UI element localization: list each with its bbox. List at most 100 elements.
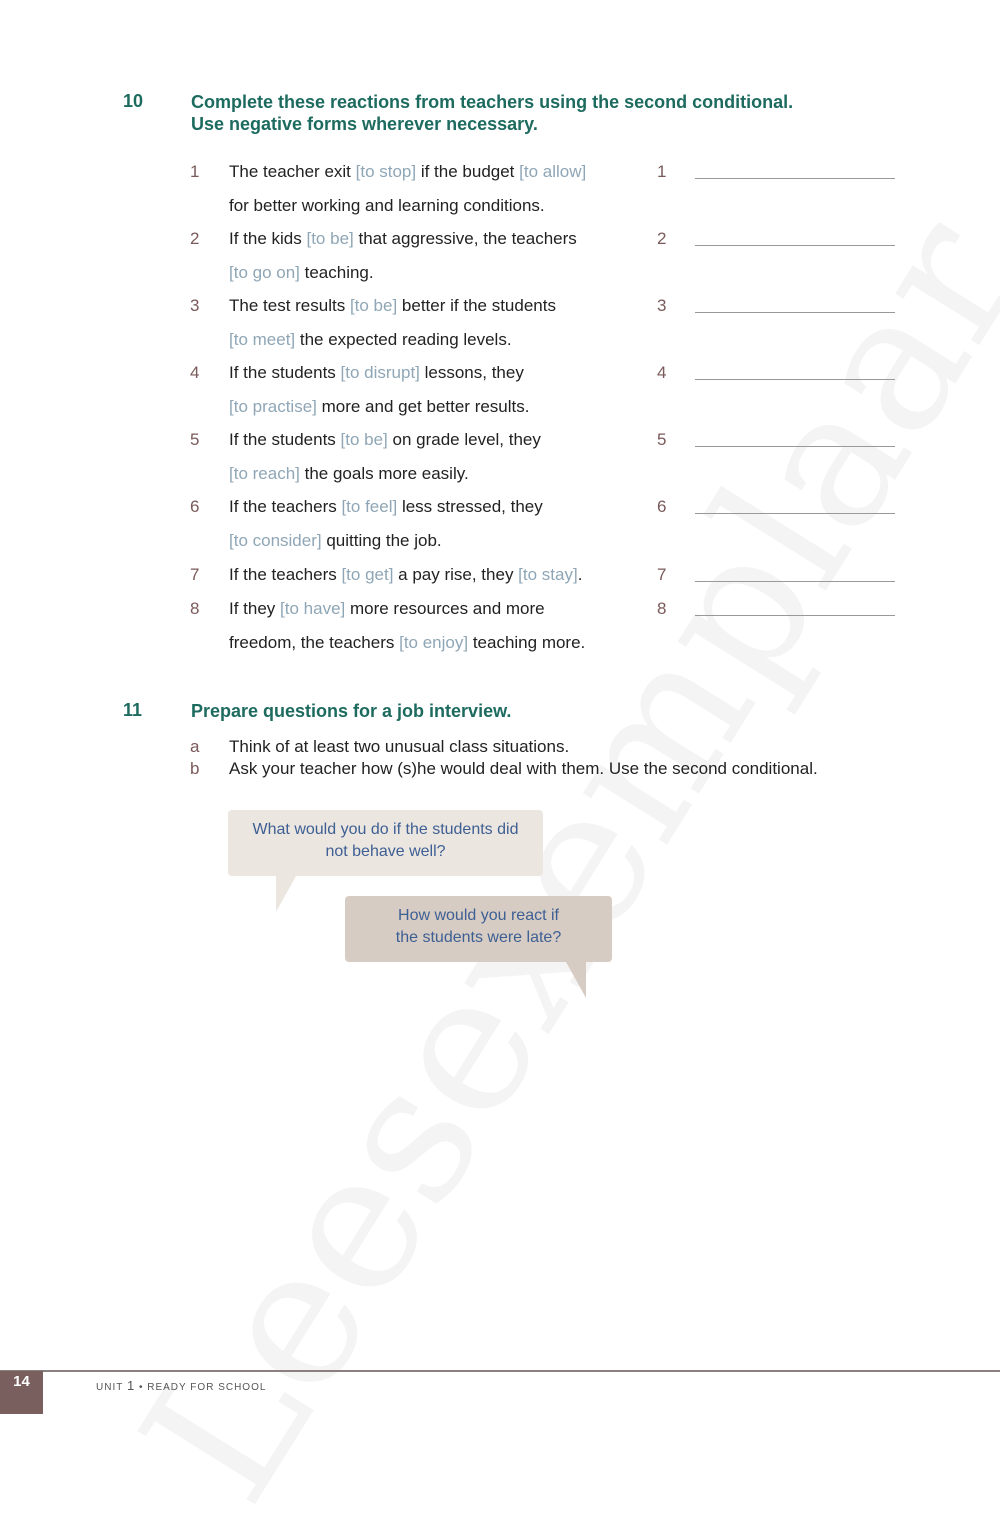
sub-item-label: b <box>190 759 200 778</box>
bubble-line: the students were late? <box>395 929 562 946</box>
item-text: If the students <box>229 363 341 382</box>
answer-number: 2 <box>657 229 667 248</box>
speech-bubble-2: How would you react if the students were… <box>345 896 612 962</box>
verb-hint: [to be] <box>340 430 388 449</box>
verb-hint: [to be] <box>306 229 354 248</box>
item-text: If the teachers <box>229 497 342 516</box>
item-text: better if the students <box>397 296 556 315</box>
answer-field[interactable]: 4 <box>657 356 897 390</box>
bubble-line: How would you react if <box>398 907 559 924</box>
exercise-11-title: Prepare questions for a job interview. <box>191 701 512 721</box>
answer-number: 7 <box>657 565 667 584</box>
item-text: teaching. <box>299 263 374 282</box>
item-text: If the teachers <box>229 565 342 584</box>
answer-field[interactable]: 7 <box>657 558 897 592</box>
answer-field[interactable]: 1 <box>657 155 897 189</box>
item-text: more resources and more <box>345 599 545 618</box>
footer-divider <box>0 1370 1000 1372</box>
item-line: If they [to have] more resources and mor… <box>229 592 629 626</box>
verb-hint: [to feel] <box>341 497 398 516</box>
verb-hint: [to stay] <box>518 565 578 584</box>
answer-field[interactable]: 5 <box>657 423 897 457</box>
answer-number: 5 <box>657 430 667 449</box>
footer-running-head: UNIT 1 • READY FOR SCHOOL <box>96 1378 266 1393</box>
verb-hint: [to have] <box>280 599 346 618</box>
verb-hint: [to consider] <box>229 531 322 550</box>
item-number: 3 <box>190 296 200 315</box>
item-text: for better working and learning conditio… <box>229 196 545 215</box>
answer-line[interactable] <box>695 312 895 313</box>
item-line: The teacher exit [to stop] if the budget… <box>229 155 629 189</box>
item-text: on grade level, they <box>387 430 541 449</box>
page-number: 14 <box>0 1371 43 1414</box>
answer-line[interactable] <box>695 446 895 447</box>
answer-field[interactable]: 8 <box>657 592 897 626</box>
answer-line[interactable] <box>695 615 895 616</box>
item-number: 8 <box>190 599 200 618</box>
item-text: the goals more easily. <box>299 464 469 483</box>
verb-hint: [to get] <box>341 565 394 584</box>
answer-line[interactable] <box>695 513 895 514</box>
exercise-11-number: 11 <box>123 700 143 720</box>
answer-field[interactable]: 3 <box>657 289 897 323</box>
answer-field[interactable]: 2 <box>657 222 897 256</box>
answer-number: 8 <box>657 599 667 618</box>
exercise-10-number: 10 <box>123 91 144 111</box>
item-number: 6 <box>190 497 200 516</box>
speech-bubble-tail <box>276 876 296 912</box>
item-line: If the students [to be] on grade level, … <box>229 423 629 457</box>
verb-hint: [to meet] <box>229 330 296 349</box>
item-text: if the budget <box>416 162 520 181</box>
item-line: If the teachers [to get] a pay rise, the… <box>229 558 629 592</box>
answer-line[interactable] <box>695 178 895 179</box>
item-line: [to consider] quitting the job. <box>229 524 629 558</box>
speech-bubble-tail <box>566 962 586 998</box>
item-line: If the kids [to be] that aggressive, the… <box>229 222 629 256</box>
item-text: If they <box>229 599 281 618</box>
unit-number: 1 <box>126 1378 136 1393</box>
item-text: . <box>577 565 583 584</box>
exercise-10-title: Complete these reactions from teachers u… <box>191 91 793 135</box>
verb-hint: [to be] <box>349 296 398 315</box>
item-line: [to go on] teaching. <box>229 256 629 290</box>
item-text: The test results <box>229 296 350 315</box>
verb-hint: [to disrupt] <box>340 363 420 382</box>
item-line: [to reach] the goals more easily. <box>229 457 629 491</box>
item-line: If the students [to disrupt] lessons, th… <box>229 356 629 390</box>
speech-bubble-1: What would you do if the students did no… <box>228 810 543 876</box>
answer-number: 6 <box>657 497 667 516</box>
sub-item-text: Ask your teacher how (s)he would deal wi… <box>229 759 818 778</box>
item-number: 7 <box>190 565 200 584</box>
item-line: If the teachers [to feel] less stressed,… <box>229 490 629 524</box>
item-text: lessons, they <box>419 363 524 382</box>
answer-line[interactable] <box>695 379 895 380</box>
item-number: 1 <box>190 162 200 181</box>
unit-label: UNIT <box>96 1382 124 1393</box>
item-text: If the students <box>229 430 341 449</box>
item-line: The test results [to be] better if the s… <box>229 289 629 323</box>
answer-number: 1 <box>657 162 667 181</box>
bullet: • <box>138 1382 144 1393</box>
verb-hint: [to reach] <box>229 464 300 483</box>
item-text: the expected reading levels. <box>295 330 512 349</box>
item-line: [to meet] the expected reading levels. <box>229 323 629 357</box>
item-text: a pay rise, they <box>393 565 519 584</box>
item-text: that aggressive, the teachers <box>353 229 577 248</box>
item-text: The teacher exit <box>229 162 356 181</box>
bubble-line: not behave well? <box>325 843 446 860</box>
item-number: 2 <box>190 229 200 248</box>
item-text: If the kids <box>229 229 307 248</box>
verb-hint: [to practise] <box>229 397 317 416</box>
item-text: more and get better results. <box>316 397 530 416</box>
verb-hint: [to enjoy] <box>399 633 469 652</box>
answer-field[interactable]: 6 <box>657 490 897 524</box>
item-number: 5 <box>190 430 200 449</box>
item-text: freedom, the teachers <box>229 633 400 652</box>
title-line: Complete these reactions from teachers u… <box>191 92 794 112</box>
answer-line[interactable] <box>695 245 895 246</box>
title-line: Use negative forms wherever necessary. <box>191 114 538 134</box>
answer-line[interactable] <box>695 581 895 582</box>
item-line: freedom, the teachers [to enjoy] teachin… <box>229 626 629 660</box>
item-line: for better working and learning conditio… <box>229 189 629 223</box>
verb-hint: [to stop] <box>355 162 417 181</box>
